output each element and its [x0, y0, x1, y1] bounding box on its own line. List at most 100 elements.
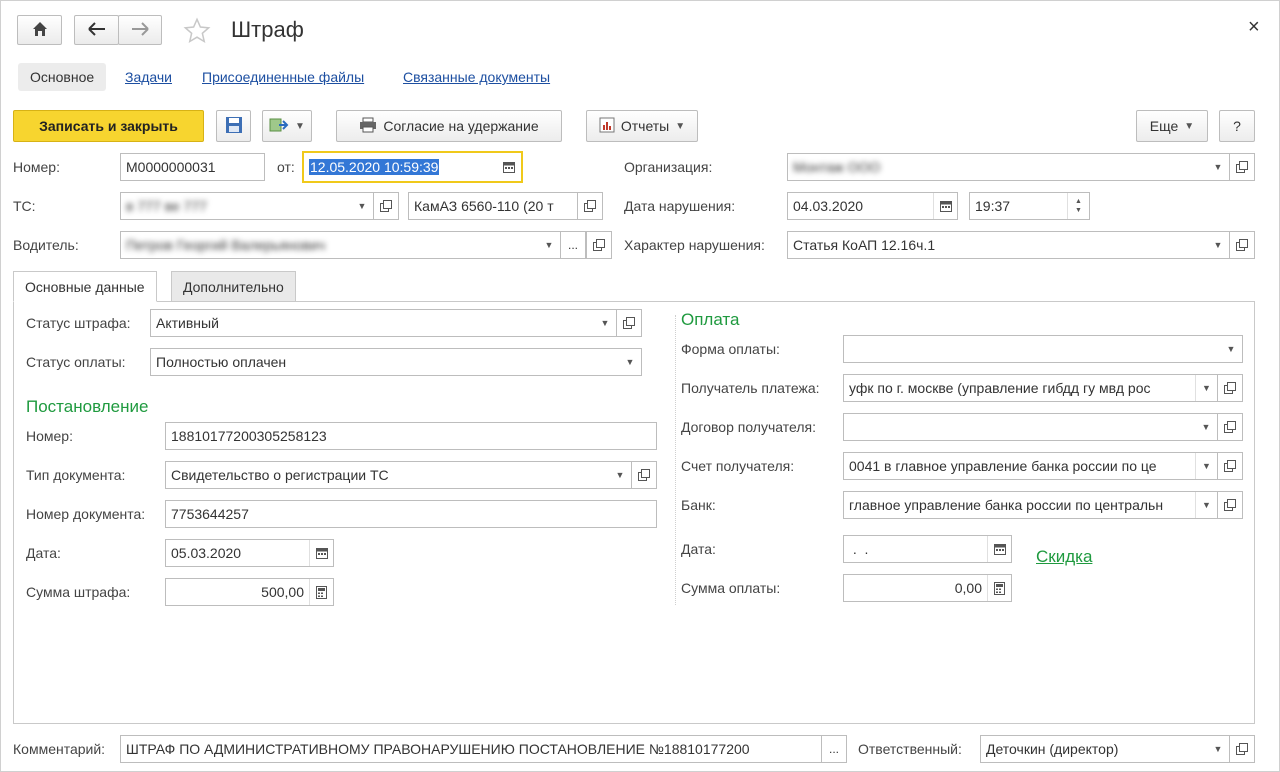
violation-kind-label: Характер нарушения:	[624, 237, 765, 253]
open-contract-button[interactable]	[1217, 413, 1243, 441]
chevron-down-icon[interactable]: ▼	[1195, 375, 1217, 401]
responsible-label: Ответственный:	[858, 741, 962, 757]
calendar-icon[interactable]	[309, 540, 333, 566]
responsible-field[interactable]: Деточкин (директор) ▼	[980, 735, 1230, 763]
tab-main-data[interactable]: Основные данные	[13, 271, 157, 302]
calendar-icon[interactable]	[987, 536, 1011, 562]
tab-attached-files[interactable]: Присоединенные файлы	[202, 69, 364, 85]
more-label: Еще	[1149, 118, 1179, 134]
open-icon	[1224, 460, 1236, 472]
fine-status-label: Статус штрафа:	[26, 315, 131, 331]
comment-field[interactable]: ШТРАФ ПО АДМИНИСТРАТИВНОМУ ПРАВОНАРУШЕНИ…	[120, 735, 822, 763]
chevron-down-icon[interactable]: ▼	[538, 232, 560, 258]
driver-field[interactable]: Петров Георгий Валерьянович ▼	[120, 231, 561, 259]
open-bank-button[interactable]	[1217, 491, 1243, 519]
open-driver-button[interactable]	[586, 231, 612, 259]
organization-field[interactable]: Монтаж ООО ▼	[787, 153, 1230, 181]
printer-icon	[359, 117, 377, 136]
driver-select-button[interactable]: ...	[560, 231, 586, 259]
contract-label: Договор получателя:	[681, 419, 816, 435]
payment-form-field[interactable]: ▼	[843, 335, 1243, 363]
recipient-field[interactable]: уфк по г. москве (управление гибдд гу мв…	[843, 374, 1218, 402]
doc-number-field[interactable]: 7753644257	[165, 500, 657, 528]
reports-button[interactable]: Отчеты ▼	[586, 110, 698, 142]
ellipsis-icon: ...	[567, 238, 578, 252]
chevron-down-icon[interactable]: ▼	[1207, 232, 1229, 258]
chevron-down-icon[interactable]: ▼	[1195, 453, 1217, 479]
open-doc-type-button[interactable]	[631, 461, 657, 489]
number-field[interactable]: М0000000031	[120, 153, 265, 181]
fine-status-field[interactable]: Активный ▼	[150, 309, 617, 337]
open-violation-kind-button[interactable]	[1229, 231, 1255, 259]
date-from-field[interactable]: 12.05.2020 10:59:39	[302, 151, 523, 183]
ts-field[interactable]: в 777 ве 777 ▼	[120, 192, 374, 220]
violation-date-label: Дата нарушения:	[624, 198, 736, 214]
open-recipient-button[interactable]	[1217, 374, 1243, 402]
chevron-down-icon[interactable]: ▼	[1220, 336, 1242, 362]
open-ts-model-button[interactable]	[577, 192, 603, 220]
chevron-down-icon[interactable]: ▼	[351, 193, 373, 219]
payment-sum-field[interactable]: 0,00	[843, 574, 1012, 602]
calculator-icon[interactable]	[987, 575, 1011, 601]
calendar-icon[interactable]	[933, 193, 957, 219]
chevron-down-icon[interactable]: ▼	[1195, 492, 1217, 518]
open-fine-status-button[interactable]	[616, 309, 642, 337]
create-based-on-button[interactable]: ▼	[262, 110, 312, 142]
decision-date-field[interactable]: 05.03.2020	[165, 539, 334, 567]
fine-sum-field[interactable]: 500,00	[165, 578, 334, 606]
report-icon	[599, 117, 615, 136]
consent-deduction-button[interactable]: Согласие на удержание	[336, 110, 562, 142]
discount-link[interactable]: Скидка	[1036, 547, 1092, 567]
contract-field[interactable]: ▼	[843, 413, 1218, 441]
date-from-value: 12.05.2020 10:59:39	[309, 159, 440, 175]
star-icon[interactable]	[183, 17, 211, 48]
open-icon	[1236, 743, 1248, 755]
doc-type-field[interactable]: Свидетельство о регистрации ТС ▼	[165, 461, 632, 489]
account-field[interactable]: 0041 в главное управление банка россии п…	[843, 452, 1218, 480]
chevron-down-icon[interactable]: ▼	[594, 310, 616, 336]
payment-status-field[interactable]: Полностью оплачен ▼	[150, 348, 642, 376]
open-icon	[593, 239, 605, 251]
chevron-down-icon: ▼	[1184, 120, 1195, 132]
chevron-down-icon[interactable]: ▼	[619, 349, 641, 375]
payment-sum-value: 0,00	[954, 580, 982, 596]
decision-number-field[interactable]: 18810177200305258123	[165, 422, 657, 450]
save-button[interactable]	[216, 110, 251, 142]
responsible-value: Деточкин (директор)	[986, 741, 1119, 757]
window-title: Штраф	[231, 17, 304, 42]
chevron-down-icon[interactable]: ▼	[609, 462, 631, 488]
payment-date-label: Дата:	[681, 541, 716, 557]
tab-additional[interactable]: Дополнительно	[171, 271, 296, 302]
tab-main[interactable]: Основное	[18, 63, 107, 91]
bank-field[interactable]: главное управление банка россии по центр…	[843, 491, 1218, 519]
help-button[interactable]: ?	[1219, 110, 1255, 142]
more-button[interactable]: Еще ▼	[1136, 110, 1208, 142]
tab-tasks[interactable]: Задачи	[125, 69, 172, 85]
payment-date-field[interactable]: . .	[843, 535, 1012, 563]
violation-time-field[interactable]: 19:37 ▲ ▼	[969, 192, 1090, 220]
organization-label: Организация:	[624, 159, 713, 175]
open-organization-button[interactable]	[1229, 153, 1255, 181]
violation-kind-field[interactable]: Статья КоАП 12.16ч.1 ▼	[787, 231, 1230, 259]
open-responsible-button[interactable]	[1229, 735, 1255, 763]
close-icon[interactable]: ×	[1248, 16, 1260, 39]
open-icon	[584, 200, 596, 212]
violation-date-field[interactable]: 04.03.2020	[787, 192, 958, 220]
calendar-icon[interactable]	[497, 153, 521, 181]
chevron-down-icon[interactable]: ▼	[1195, 414, 1217, 440]
back-button[interactable]	[74, 15, 119, 45]
decision-number-label: Номер:	[26, 428, 73, 444]
chevron-down-icon[interactable]: ▼	[1207, 736, 1229, 762]
tab-related-documents[interactable]: Связанные документы	[403, 69, 550, 85]
open-icon	[1236, 161, 1248, 173]
forward-button[interactable]	[118, 15, 162, 45]
comment-edit-button[interactable]: ...	[821, 735, 847, 763]
ellipsis-icon: ...	[828, 742, 839, 756]
open-account-button[interactable]	[1217, 452, 1243, 480]
time-stepper-icon[interactable]: ▲ ▼	[1067, 193, 1089, 219]
open-ts-button[interactable]	[373, 192, 399, 220]
home-button[interactable]	[17, 15, 62, 45]
calculator-icon[interactable]	[309, 579, 333, 605]
save-and-close-button[interactable]: Записать и закрыть	[13, 110, 204, 142]
chevron-down-icon[interactable]: ▼	[1207, 154, 1229, 180]
